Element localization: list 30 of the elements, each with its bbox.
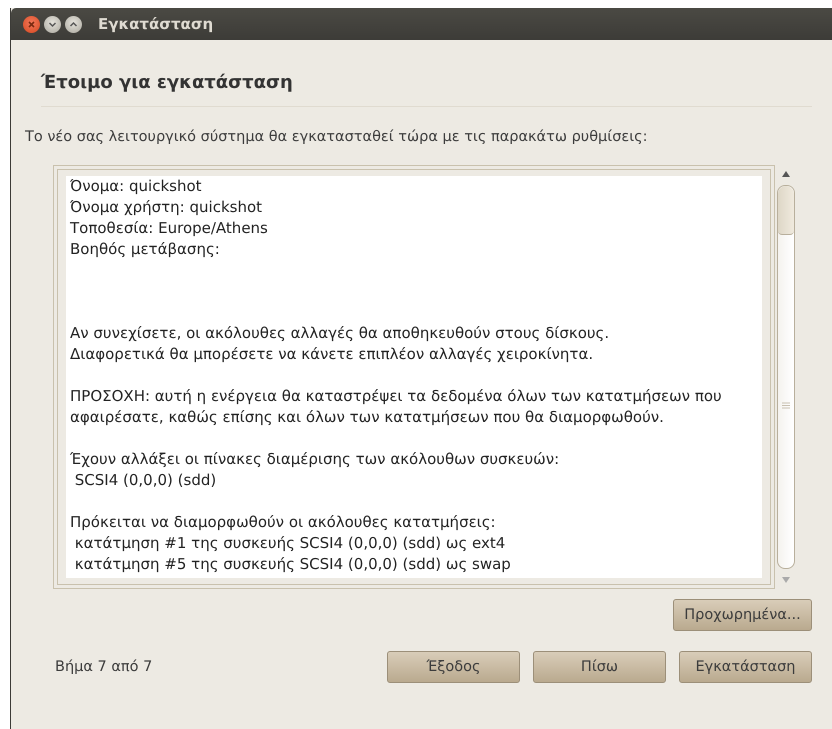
chevron-up-icon — [69, 20, 78, 28]
install-button[interactable]: Εγκατάσταση — [679, 651, 812, 683]
summary-line: Βοηθός μετάβασης: — [70, 239, 221, 260]
summary-line: Τοποθεσία: Europe/Athens — [70, 218, 269, 239]
summary-line: Πρόκειται να διαμορφωθούν οι ακόλουθες κατατμήσεις: — [70, 512, 497, 533]
summary-line: Έχουν αλλάξει οι πίνακες διαμέρισης των ακόλουθων συσκευών: — [70, 449, 560, 470]
description-text: Το νέο σας λειτουργικό σύστημα θα εγκατασταθεί τώρα με τις παρακάτω ρυθμίσεις: — [25, 129, 649, 145]
grip-icon — [782, 402, 790, 409]
summary-line: ΠΡΟΣΟΧΗ: αυτή η ενέργεια θα καταστρέψει τα δεδομένα όλων των κατατμήσεων που — [70, 386, 723, 407]
close-button[interactable] — [23, 16, 40, 32]
scrollbar-thumb[interactable] — [778, 186, 794, 235]
chevron-down-icon — [48, 20, 57, 28]
summary-line: Διαφορετικά θα μπορέσετε να κάνετε επιπλέον αλλαγές χειροκίνητα. — [70, 344, 594, 365]
summary-line: SCSI4 (0,0,0) (sdd) — [74, 470, 218, 491]
scroll-up-arrow-icon[interactable] — [781, 169, 791, 179]
summary-line: κατάτμηση #5 της συσκευής SCSI4 (0,0,0) (sdd) ως swap — [74, 554, 512, 575]
minimize-button[interactable] — [44, 16, 61, 32]
back-button[interactable]: Πίσω — [533, 651, 666, 683]
maximize-button[interactable] — [65, 16, 82, 32]
summary-line: Αν συνεχίσετε, οι ακόλουθες αλλαγές θα αποθηκευθούν στους δίσκους. — [70, 323, 610, 344]
summary-line: αφαιρέσατε, καθώς επίσης και όλων των κατατμήσεων που θα διαμορφωθούν. — [70, 407, 665, 428]
advanced-button[interactable]: Προχωρημένα... — [673, 599, 812, 631]
page-heading: Έτοιμο για εγκατάσταση — [41, 72, 812, 107]
quit-button[interactable]: Έξοδος — [387, 651, 520, 683]
summary-line: Όνομα χρήστη: quickshot — [70, 197, 264, 218]
summary-line: Όνομα: quickshot — [70, 176, 203, 197]
window-title: Εγκατάσταση — [98, 15, 214, 33]
step-indicator: Βήμα 7 από 7 — [55, 659, 154, 675]
close-icon — [27, 20, 36, 28]
summary-line: κατάτμηση #1 της συσκευής SCSI4 (0,0,0) (sdd) ως ext4 — [74, 533, 506, 554]
